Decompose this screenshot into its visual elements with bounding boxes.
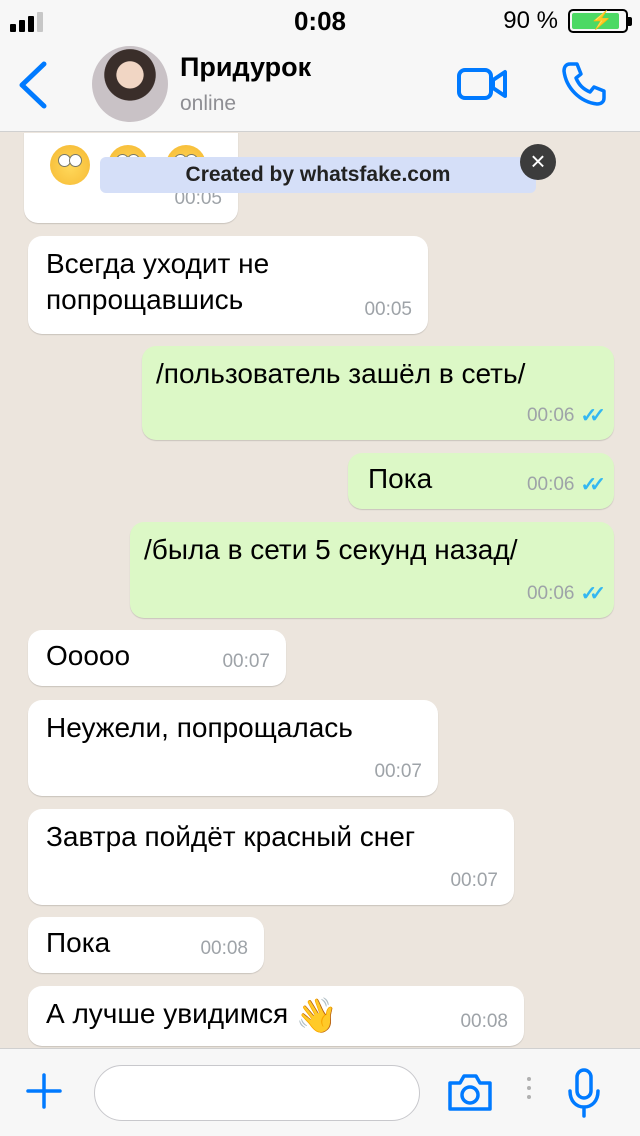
message-time: 00:08 xyxy=(200,938,248,959)
message-bubble-outgoing[interactable]: /была в сети 5 секунд назад/ 00:06 ✓✓ xyxy=(130,522,614,618)
message-time: 00:06 xyxy=(526,474,575,495)
face-with-rolling-eyes-icon xyxy=(50,145,90,185)
message-time: 00:07 xyxy=(222,651,270,672)
message-text-line: Всегда уходит не xyxy=(46,248,270,279)
close-icon[interactable]: × xyxy=(520,144,556,180)
message-time: 00:05 xyxy=(364,299,412,320)
message-text: Неужели, попрощалась xyxy=(46,712,353,743)
message-text: Пока xyxy=(368,463,433,494)
battery-icon: ⚡ xyxy=(568,9,632,33)
message-text: /была в сети 5 секунд назад/ xyxy=(144,534,518,565)
contact-status: online xyxy=(180,92,237,115)
message-text: /пользователь зашёл в сеть/ xyxy=(156,358,526,389)
message-time: 00:08 xyxy=(460,1011,508,1032)
watermark-banner: Created by whatsfake.com xyxy=(100,157,536,193)
status-bar: 0:08 90 % ⚡ xyxy=(0,0,640,40)
message-input[interactable] xyxy=(94,1065,420,1121)
message-input-bar xyxy=(0,1048,640,1136)
message-time: 00:06 xyxy=(526,405,575,426)
message-text: Ооооо xyxy=(46,640,131,671)
message-text-line: попрощавшись xyxy=(46,284,244,315)
camera-icon[interactable] xyxy=(446,1071,494,1113)
back-chevron-icon[interactable] xyxy=(14,58,54,112)
message-time: 00:07 xyxy=(374,761,422,782)
message-bubble-outgoing[interactable]: /пользователь зашёл в сеть/ 00:06 ✓✓ xyxy=(142,346,614,440)
message-bubble-incoming[interactable]: Завтра пойдёт красный снег 00:07 xyxy=(28,809,514,905)
phone-icon[interactable] xyxy=(560,60,608,108)
waving-hand-icon: 👋 xyxy=(295,996,339,1035)
message-text: Завтра пойдёт красный снег xyxy=(46,821,416,852)
plus-icon[interactable] xyxy=(24,1071,64,1111)
microphone-icon[interactable] xyxy=(566,1067,602,1119)
message-bubble-incoming[interactable]: Всегда уходит не попрощавшись 00:05 xyxy=(28,236,428,334)
message-bubble-incoming[interactable]: Пока 00:08 xyxy=(28,917,264,973)
read-ticks-icon: ✓✓ xyxy=(580,474,605,496)
message-text: Пока xyxy=(46,927,111,958)
battery-percentage: 90 % xyxy=(503,7,558,34)
read-ticks-icon: ✓✓ xyxy=(580,405,605,427)
message-bubble-incoming[interactable]: Ооооо 00:07 xyxy=(28,630,286,686)
chat-messages[interactable]: 00:05 Всегда уходит не попрощавшись 00:0… xyxy=(0,133,640,1048)
read-ticks-icon: ✓✓ xyxy=(580,583,605,605)
contact-name[interactable]: Придурок xyxy=(180,52,311,83)
contact-avatar[interactable] xyxy=(92,46,168,122)
message-time: 00:06 xyxy=(526,583,575,604)
message-bubble-incoming[interactable]: А лучше увидимся 👋 00:08 xyxy=(28,986,524,1046)
video-call-icon[interactable] xyxy=(456,64,508,104)
message-time: 00:07 xyxy=(450,870,498,891)
message-text: А лучше увидимся xyxy=(46,998,289,1029)
separator-dots xyxy=(527,1077,533,1104)
chat-header: Придурок online xyxy=(0,40,640,132)
message-bubble-outgoing[interactable]: Пока 00:06 ✓✓ xyxy=(348,453,614,509)
message-bubble-incoming[interactable]: Неужели, попрощалась 00:07 xyxy=(28,700,438,796)
